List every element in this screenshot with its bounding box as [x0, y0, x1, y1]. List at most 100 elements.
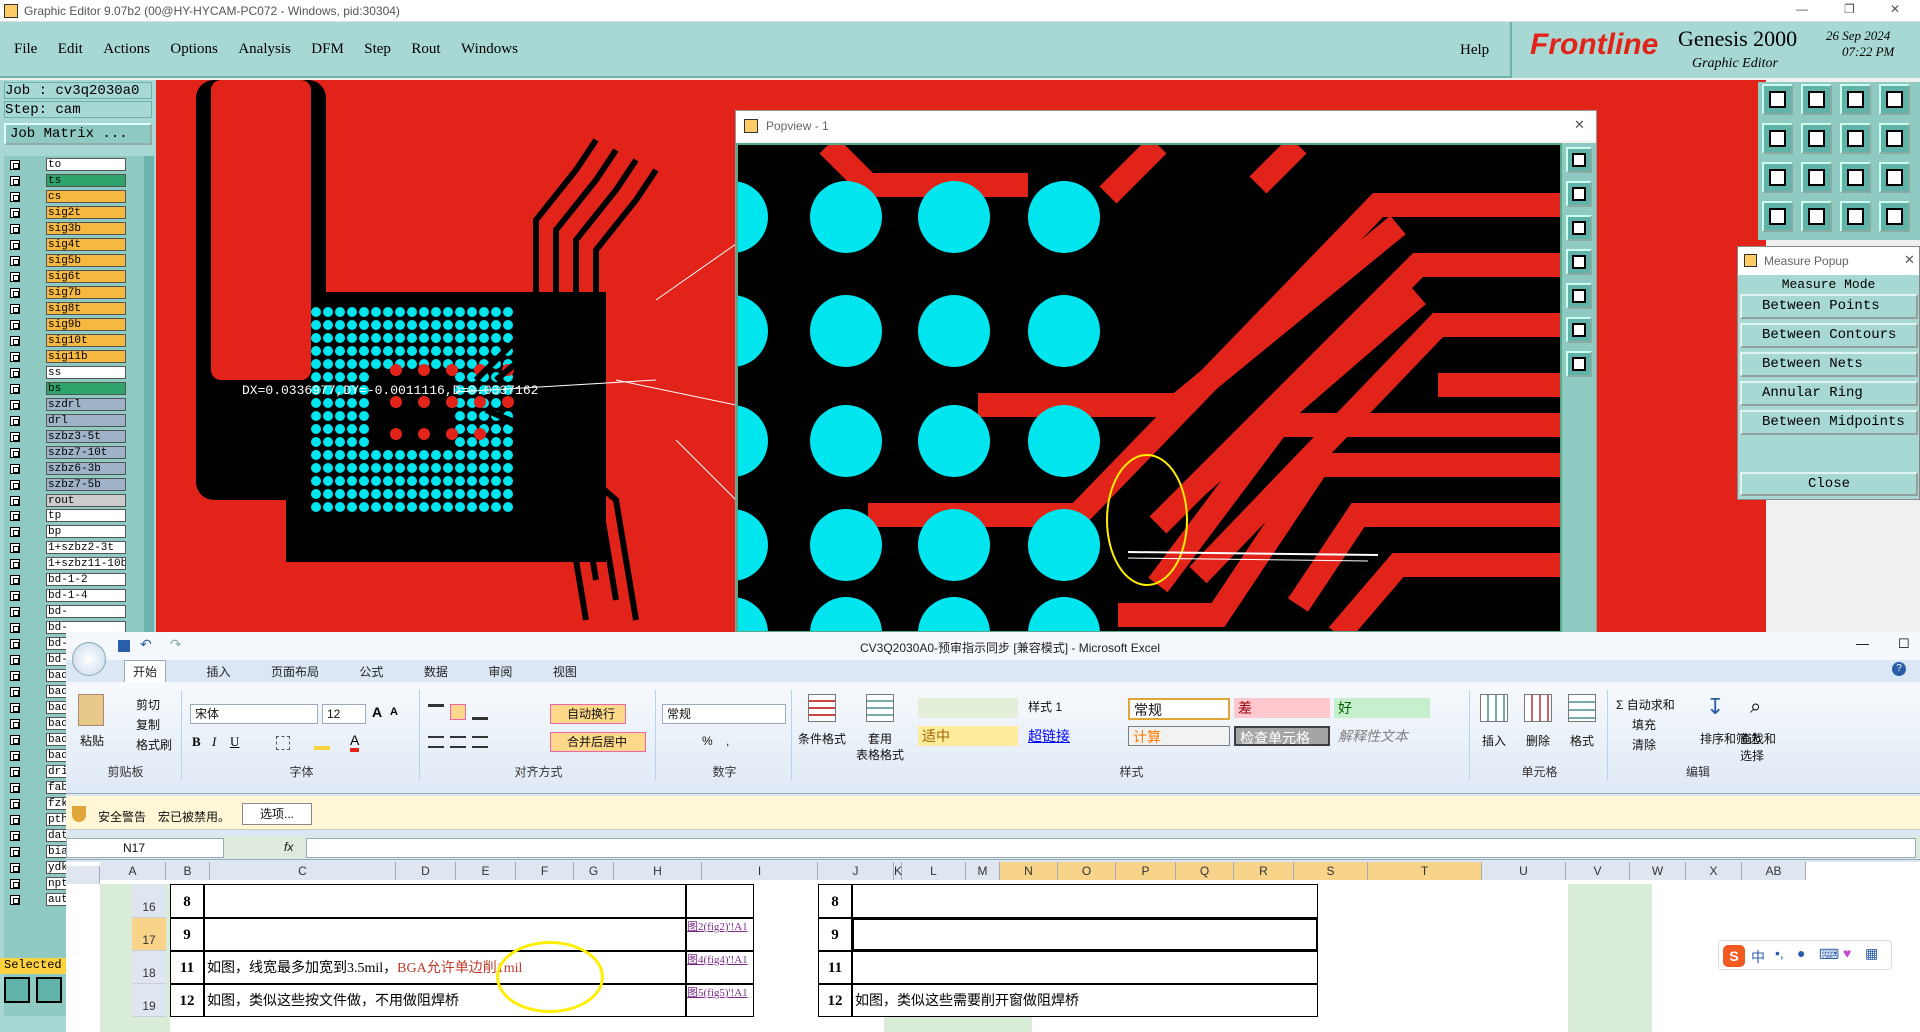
- underline-button[interactable]: U: [230, 734, 239, 750]
- font-name-select[interactable]: 宋体: [190, 704, 318, 724]
- cell-n[interactable]: [852, 918, 1318, 951]
- column-header[interactable]: P: [1116, 862, 1176, 880]
- fill-color-icon[interactable]: [314, 736, 330, 750]
- formula-input[interactable]: [306, 838, 1916, 858]
- zoom-icon[interactable]: [4, 977, 30, 1003]
- grid-menu-icon[interactable]: ▦: [1865, 945, 1878, 962]
- menu-analysis[interactable]: Analysis: [238, 41, 291, 57]
- tool-button-7[interactable]: [1840, 123, 1871, 154]
- layer-name[interactable]: 1+szbz11-10b: [46, 557, 126, 570]
- style-blank[interactable]: [918, 698, 1018, 718]
- popview-tool-5[interactable]: [1566, 283, 1592, 309]
- merge-center-button[interactable]: 合并后居中: [550, 732, 646, 752]
- layer-name[interactable]: bs: [46, 382, 126, 395]
- paste-button[interactable]: 粘贴: [80, 732, 104, 749]
- layer-checkbox[interactable]: [10, 895, 20, 905]
- popview-tool-6[interactable]: [1566, 317, 1592, 343]
- layer-name[interactable]: drl: [46, 414, 126, 427]
- tool-button-1[interactable]: [1762, 84, 1793, 115]
- cell-b[interactable]: 9: [170, 918, 204, 951]
- column-header[interactable]: K: [894, 862, 902, 880]
- cell-c[interactable]: 如图，类似这些按文件做，不用做阻焊桥: [204, 984, 686, 1017]
- maximize-icon[interactable]: ❐: [1844, 2, 1855, 16]
- mic-icon[interactable]: ●: [1797, 945, 1805, 961]
- cell-m[interactable]: 9: [818, 918, 852, 951]
- tab-home[interactable]: 开始: [124, 660, 167, 683]
- layer-row[interactable]: sig5b: [4, 254, 128, 268]
- cell-j-link[interactable]: 图5(fig5)'!A1: [686, 984, 754, 1017]
- autosum-button[interactable]: Σ 自动求和: [1616, 696, 1675, 713]
- style-hyperlink[interactable]: 超链接: [1024, 726, 1122, 746]
- menu-actions[interactable]: Actions: [103, 41, 150, 57]
- cell-m[interactable]: 11: [818, 951, 852, 984]
- layer-name[interactable]: sig6t: [46, 270, 126, 283]
- layer-checkbox[interactable]: [10, 847, 20, 857]
- layer-row[interactable]: sig11b: [4, 350, 128, 364]
- layer-name[interactable]: sig8t: [46, 302, 126, 315]
- cut-button[interactable]: 剪切: [136, 696, 160, 713]
- popview-tool-1[interactable]: [1566, 147, 1592, 173]
- measure-icon[interactable]: [36, 977, 62, 1003]
- cell-n[interactable]: 如图，类似这些需要削开窗做阻焊桥: [852, 984, 1318, 1017]
- mode-between-points[interactable]: Between Points: [1740, 294, 1918, 319]
- mode-between-midpoints[interactable]: Between Midpoints: [1740, 410, 1918, 435]
- cell-c[interactable]: [204, 884, 686, 918]
- grow-font-icon[interactable]: A: [372, 704, 382, 720]
- column-header[interactable]: R: [1234, 862, 1294, 880]
- menu-help[interactable]: Help: [1460, 42, 1489, 59]
- tool-button-10[interactable]: [1801, 162, 1832, 193]
- layer-checkbox[interactable]: [10, 703, 20, 713]
- layer-checkbox[interactable]: [10, 400, 20, 410]
- conditional-format-button[interactable]: 条件格式: [798, 730, 846, 747]
- layer-name[interactable]: szbz7-10t: [46, 446, 126, 459]
- layer-checkbox[interactable]: [10, 687, 20, 697]
- layer-checkbox[interactable]: [10, 735, 20, 745]
- font-size-select[interactable]: 12: [322, 704, 366, 724]
- layer-name[interactable]: sig3b: [46, 222, 126, 235]
- tool-button-2[interactable]: [1801, 84, 1832, 115]
- tab-review[interactable]: 审阅: [488, 663, 512, 680]
- copy-button[interactable]: 复制: [136, 716, 160, 733]
- tool-button-11[interactable]: [1840, 162, 1871, 193]
- cell-m[interactable]: 8: [818, 884, 852, 918]
- layer-checkbox[interactable]: [10, 320, 20, 330]
- menu-windows[interactable]: Windows: [461, 41, 518, 57]
- tool-button-5[interactable]: [1762, 123, 1793, 154]
- layer-checkbox[interactable]: [10, 799, 20, 809]
- tab-data[interactable]: 数据: [424, 663, 448, 680]
- italic-button[interactable]: I: [212, 734, 216, 750]
- tool-button-4[interactable]: [1879, 84, 1910, 115]
- layer-row[interactable]: szbz7-5b: [4, 478, 128, 492]
- popview-close-icon[interactable]: ✕: [1574, 117, 1585, 133]
- layer-row[interactable]: sig6t: [4, 270, 128, 284]
- tool-button-14[interactable]: [1801, 201, 1832, 232]
- layer-row[interactable]: sig10t: [4, 334, 128, 348]
- measure-popup-close-icon[interactable]: ✕: [1904, 252, 1915, 268]
- column-header[interactable]: B: [166, 862, 210, 880]
- table-format-button-line1[interactable]: 套用: [868, 730, 892, 747]
- paste-icon[interactable]: [78, 694, 104, 726]
- layer-row[interactable]: sig2t: [4, 206, 128, 220]
- wrap-text-button[interactable]: 自动换行: [550, 704, 626, 724]
- format-button[interactable]: 格式: [1570, 732, 1594, 749]
- column-header[interactable]: Q: [1176, 862, 1234, 880]
- cell-m[interactable]: 12: [818, 984, 852, 1017]
- align-center-icon[interactable]: [450, 736, 466, 748]
- column-header[interactable]: O: [1058, 862, 1116, 880]
- align-bottom-icon[interactable]: [472, 704, 488, 720]
- row-header[interactable]: 17: [132, 918, 166, 951]
- layer-name[interactable]: sig11b: [46, 350, 126, 363]
- cell-n[interactable]: [852, 884, 1318, 918]
- layer-checkbox[interactable]: [10, 575, 20, 585]
- layer-name[interactable]: bd-1-2: [46, 573, 126, 586]
- layer-checkbox[interactable]: [10, 240, 20, 250]
- layer-checkbox[interactable]: [10, 831, 20, 841]
- layer-name[interactable]: sig2t: [46, 206, 126, 219]
- layer-checkbox[interactable]: [10, 783, 20, 793]
- column-header[interactable]: D: [396, 862, 456, 880]
- layer-name[interactable]: cs: [46, 190, 126, 203]
- style-good[interactable]: 好: [1334, 698, 1430, 718]
- menu-edit[interactable]: Edit: [58, 41, 83, 57]
- layer-name[interactable]: sig10t: [46, 334, 126, 347]
- mode-between-contours[interactable]: Between Contours: [1740, 323, 1918, 348]
